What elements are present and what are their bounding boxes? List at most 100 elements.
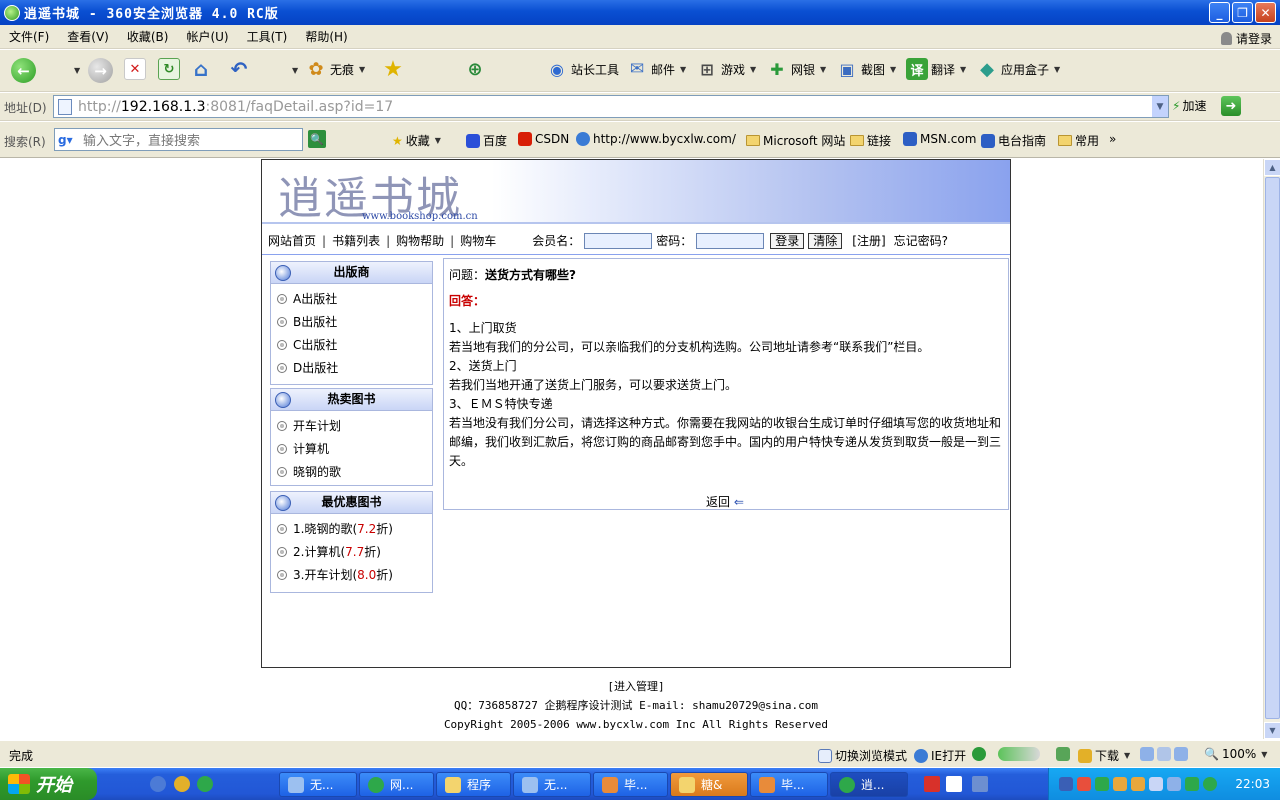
- sogou-icon[interactable]: [924, 776, 940, 792]
- volume-icon[interactable]: [1149, 777, 1163, 791]
- url-dropdown[interactable]: ▼: [1152, 96, 1168, 117]
- hot-book-item[interactable]: 开车计划: [271, 414, 432, 437]
- url-input[interactable]: http://192.168.1.3:8081/faqDetail.asp?id…: [53, 95, 1169, 118]
- tray-arrow-icon[interactable]: [1059, 777, 1073, 791]
- mail-button[interactable]: ✉ 邮件 ▼: [626, 58, 686, 80]
- download-button[interactable]: 下载 ▼: [1078, 747, 1130, 764]
- nav-home[interactable]: 网站首页: [262, 232, 322, 249]
- taskbar-item[interactable]: 毕...: [593, 772, 668, 797]
- menu-favorites[interactable]: 收藏(B): [118, 28, 178, 45]
- hot-book-item[interactable]: 晓钢的歌: [271, 460, 432, 483]
- register-link[interactable]: [注册]: [852, 232, 885, 249]
- fav-folder-common[interactable]: 常用: [1058, 132, 1099, 149]
- favorite-star-button[interactable]: ★: [382, 57, 404, 82]
- fav-link-csdn[interactable]: CSDN: [518, 132, 569, 146]
- login-button[interactable]: 登录: [770, 232, 805, 249]
- best-deal-item[interactable]: 3.开车计划(8.0 折): [271, 563, 432, 586]
- search-input[interactable]: g▾ 输入文字，直接搜索: [54, 128, 303, 151]
- restore-button[interactable]: ❐: [1232, 2, 1253, 23]
- taskbar-item-active[interactable]: 逍...: [830, 772, 908, 797]
- quicklaunch-ie-icon[interactable]: [150, 776, 166, 792]
- fav-link-radio[interactable]: 电台指南: [981, 132, 1046, 149]
- clear-button[interactable]: 清除: [808, 232, 843, 249]
- forward-button[interactable]: →: [88, 58, 113, 83]
- search-button[interactable]: 🔍: [308, 130, 326, 148]
- vertical-scrollbar[interactable]: ▲ ▼: [1263, 159, 1280, 739]
- publisher-item[interactable]: D出版社: [271, 356, 432, 379]
- sound-icon[interactable]: [1174, 747, 1188, 761]
- tray-icon[interactable]: [1077, 777, 1091, 791]
- nav-book-list[interactable]: 书籍列表: [326, 232, 386, 249]
- back-history-dropdown[interactable]: ▼: [72, 66, 80, 75]
- nav-cart[interactable]: 购物车: [454, 232, 502, 249]
- taskbar-item[interactable]: 无...: [279, 772, 357, 797]
- login-link[interactable]: 请登录: [1220, 30, 1272, 47]
- webmaster-tools-button[interactable]: ◉ 站长工具: [546, 58, 619, 80]
- publisher-item[interactable]: B出版社: [271, 310, 432, 333]
- window-icon[interactable]: [1157, 747, 1171, 761]
- fav-folder-links[interactable]: 链接: [850, 132, 891, 149]
- sync-button[interactable]: ⊕: [464, 58, 486, 80]
- app-box-button[interactable]: ◆ 应用盒子 ▼: [976, 58, 1060, 80]
- forgot-password-link[interactable]: 忘记密码?: [894, 232, 948, 249]
- scroll-down-arrow-icon[interactable]: ▼: [1264, 722, 1280, 739]
- fav-link-msn[interactable]: MSN.com: [903, 132, 976, 146]
- nav-shopping-help[interactable]: 购物帮助: [390, 232, 450, 249]
- taskbar-item[interactable]: 程序: [436, 772, 511, 797]
- close-button[interactable]: ✕: [1255, 2, 1276, 23]
- member-name-input[interactable]: [584, 232, 653, 249]
- switch-mode-button[interactable]: 切换浏览模式: [818, 747, 907, 764]
- page-tool-icon[interactable]: [1140, 747, 1154, 761]
- security-icon[interactable]: [1203, 777, 1217, 791]
- network-icon[interactable]: [1167, 777, 1181, 791]
- start-button[interactable]: 开始: [0, 768, 97, 800]
- security-button[interactable]: [972, 747, 986, 761]
- favorites-more-button[interactable]: »: [1109, 132, 1116, 146]
- undo-close-button[interactable]: ↶: [228, 57, 250, 81]
- fav-link-baidu[interactable]: 百度: [466, 132, 507, 149]
- favorites-button[interactable]: ★ 收藏 ▼: [392, 132, 441, 149]
- qq-icon[interactable]: [1113, 777, 1127, 791]
- games-button[interactable]: ⊞ 游戏 ▼: [696, 58, 756, 80]
- taskbar-item[interactable]: 无...: [513, 772, 591, 797]
- menu-file[interactable]: 文件(F): [0, 28, 58, 45]
- menu-account[interactable]: 帐户(U): [177, 28, 237, 45]
- hot-book-item[interactable]: 计算机: [271, 437, 432, 460]
- tray-icon[interactable]: [1095, 777, 1109, 791]
- taskbar-item[interactable]: 网...: [359, 772, 434, 797]
- refresh-button[interactable]: ↻: [158, 58, 180, 80]
- menu-help[interactable]: 帮助(H): [296, 28, 356, 45]
- back-link[interactable]: 返回 ⇐: [706, 493, 744, 510]
- fav-link-bycxlw[interactable]: http://www.bycxlw.com/: [576, 132, 736, 146]
- undo-dropdown[interactable]: ▼: [290, 66, 298, 75]
- menu-view[interactable]: 查看(V): [58, 28, 118, 45]
- quicklaunch-360-icon[interactable]: [197, 776, 213, 792]
- qq-icon[interactable]: [1131, 777, 1145, 791]
- ie-open-button[interactable]: IE打开: [914, 747, 966, 764]
- screenshot-button[interactable]: ▣ 截图 ▼: [836, 58, 896, 80]
- taskbar-item[interactable]: 毕...: [750, 772, 828, 797]
- admin-link[interactable]: [进入管理]: [261, 677, 1011, 696]
- password-input[interactable]: [696, 232, 765, 249]
- best-deal-item[interactable]: 2.计算机(7.7 折): [271, 540, 432, 563]
- quicklaunch-app-icon[interactable]: [174, 776, 190, 792]
- back-button[interactable]: ←: [11, 58, 36, 83]
- speed-button[interactable]: ⚡ 加速: [1172, 97, 1206, 114]
- publisher-item[interactable]: C出版社: [271, 333, 432, 356]
- scroll-thumb[interactable]: [1265, 177, 1280, 719]
- translate-button[interactable]: 译 翻译 ▼: [906, 58, 966, 80]
- best-deal-item[interactable]: 1.晓钢的歌(7.2 折): [271, 517, 432, 540]
- publisher-item[interactable]: A出版社: [271, 287, 432, 310]
- scroll-up-arrow-icon[interactable]: ▲: [1264, 159, 1280, 176]
- no-trace-button[interactable]: ✿ 无痕 ▼: [305, 58, 365, 80]
- menu-tools[interactable]: 工具(T): [238, 28, 297, 45]
- zoom-control[interactable]: 🔍 100% ▼: [1204, 747, 1267, 761]
- shield-icon[interactable]: [1185, 777, 1199, 791]
- stop-button[interactable]: ✕: [124, 58, 146, 80]
- help-icon[interactable]: [946, 776, 962, 792]
- tray-app-icon[interactable]: [972, 776, 988, 792]
- speed-toggle[interactable]: [998, 747, 1040, 761]
- fav-folder-microsoft[interactable]: Microsoft 网站: [746, 132, 845, 149]
- status-tool-button[interactable]: [1056, 747, 1070, 761]
- minimize-button[interactable]: _: [1209, 2, 1230, 23]
